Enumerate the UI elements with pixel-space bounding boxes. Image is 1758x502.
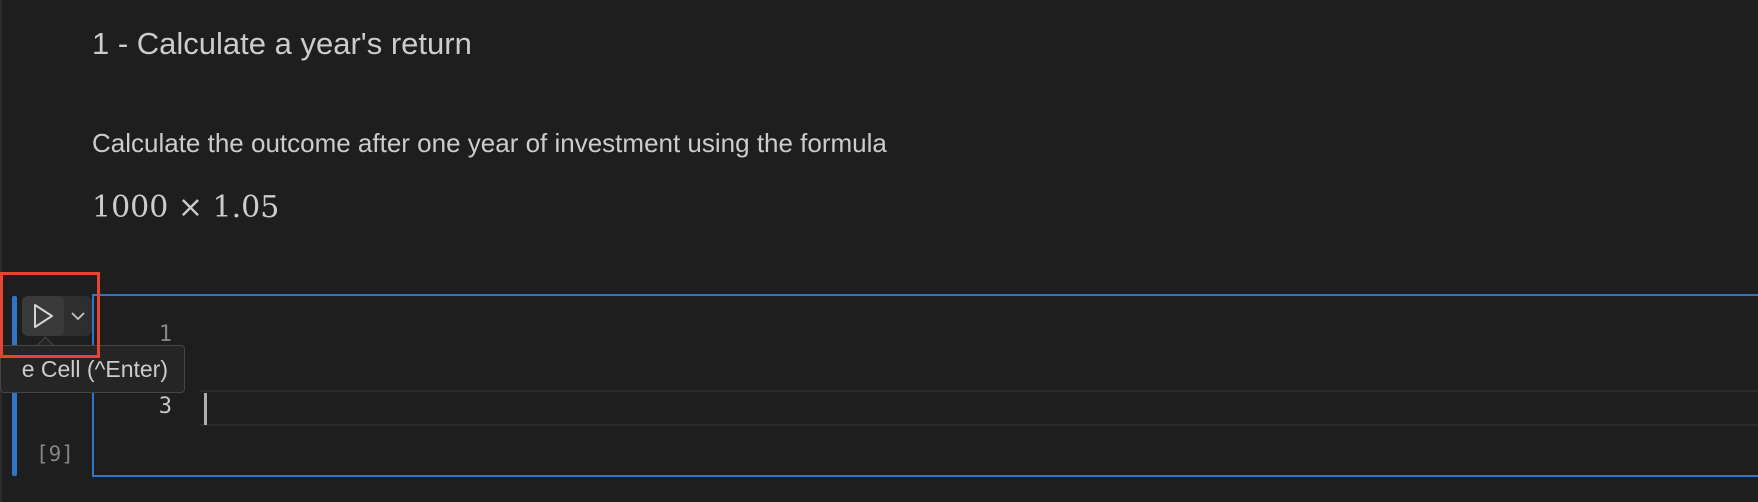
markdown-heading: 1 - Calculate a year's return [92, 26, 472, 61]
text-cursor [204, 393, 207, 425]
current-line-highlight [200, 390, 1758, 426]
chevron-down-icon [71, 312, 85, 321]
markdown-paragraph: Calculate the outcome after one year of … [92, 128, 887, 158]
play-icon [34, 304, 53, 328]
execution-count: [9] [36, 442, 74, 466]
code-cell-editor[interactable] [92, 294, 1758, 477]
tooltip-text: e Cell (^Enter) [21, 356, 168, 382]
execute-cell-button[interactable] [22, 296, 64, 336]
execute-cell-tooltip: e Cell (^Enter) [0, 345, 185, 393]
editor-left-border [0, 0, 2, 502]
notebook-editor: 1 - Calculate a year's return Calculate … [0, 0, 1758, 502]
run-options-dropdown[interactable] [64, 296, 92, 336]
line-number-active: 3 [158, 394, 172, 419]
markdown-math-formula: 1000 × 1.05 [92, 190, 280, 225]
line-number: 1 [158, 322, 172, 347]
